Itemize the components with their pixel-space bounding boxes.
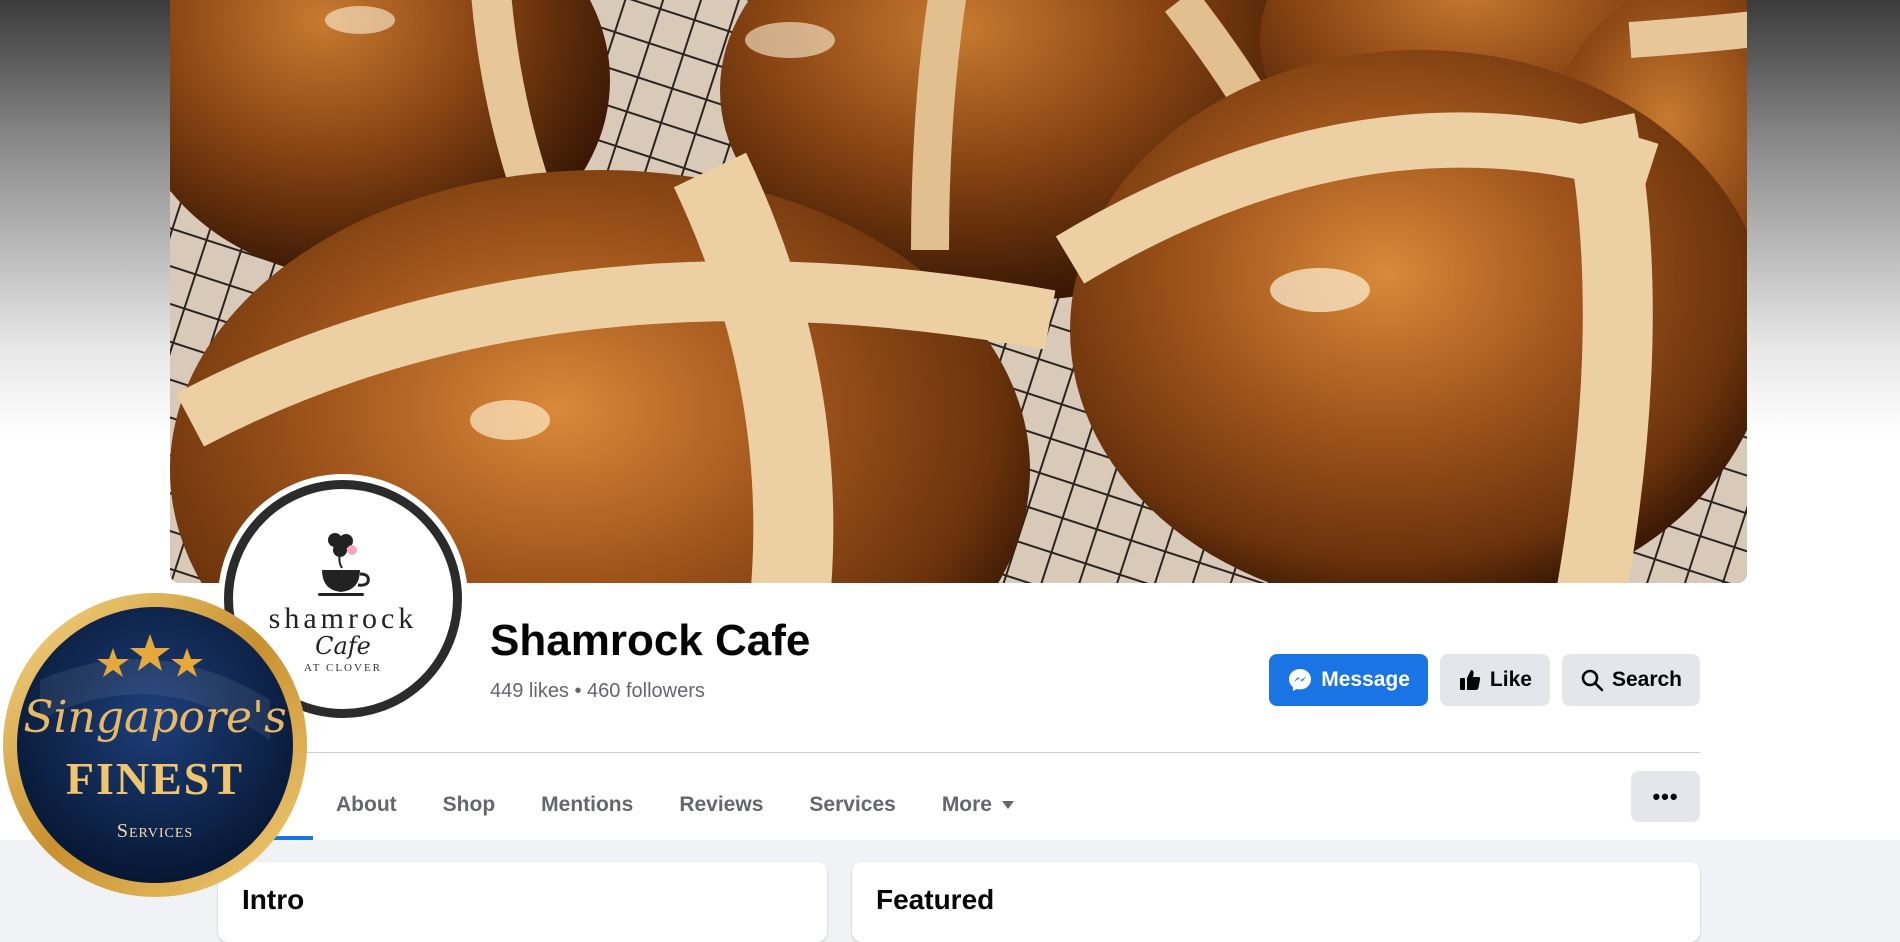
search-icon	[1581, 669, 1604, 692]
tab-label: Shop	[442, 793, 496, 816]
search-button-label: Search	[1611, 668, 1682, 691]
singapores-finest-badge: Singapore's FINEST Services	[0, 590, 310, 900]
tab-reviews[interactable]: Reviews	[656, 770, 786, 840]
message-button[interactable]: Message	[1269, 654, 1428, 706]
tab-label: Mentions	[541, 793, 634, 816]
message-button-label: Message	[1321, 668, 1410, 691]
logo-subtitle: AT CLOVER	[304, 662, 382, 674]
tab-label: Services	[809, 793, 896, 816]
tab-more[interactable]: More	[919, 770, 1037, 840]
tab-services[interactable]: Services	[786, 770, 918, 840]
intro-title: Intro	[242, 884, 305, 915]
ellipsis-icon: •••	[1652, 783, 1679, 809]
tab-shop[interactable]: Shop	[420, 770, 519, 840]
search-button[interactable]: Search	[1561, 654, 1700, 706]
coffee-cup-clover-icon	[318, 533, 370, 596]
tab-label: More	[941, 793, 992, 816]
featured-title: Featured	[876, 884, 995, 915]
more-options-button[interactable]: •••	[1631, 771, 1700, 822]
like-button[interactable]: Like	[1439, 654, 1550, 706]
thumbs-up-icon	[1459, 670, 1481, 690]
badge-emblem	[3, 593, 307, 897]
like-button-label: Like	[1489, 668, 1532, 691]
featured-card: Featured	[852, 862, 1700, 942]
page-stats[interactable]: 449 likes • 460 followers	[490, 680, 705, 703]
badge-line-2: FINEST	[65, 753, 245, 804]
badge-line-1: Singapore's	[23, 692, 287, 743]
header-divider	[218, 752, 1700, 753]
badge-line-3: Services	[116, 820, 194, 842]
page-actions: Message Like Search	[1269, 654, 1700, 706]
logo-script: Cafe	[315, 632, 371, 660]
messenger-icon	[1289, 669, 1312, 691]
tab-label: About	[336, 793, 397, 816]
tab-mentions[interactable]: Mentions	[518, 770, 656, 840]
page-title: Shamrock Cafe	[490, 616, 811, 665]
page-tabs: About Shop Mentions Reviews Services Mor…	[218, 770, 1037, 840]
caret-down-icon	[1002, 801, 1014, 809]
tab-label: Reviews	[679, 793, 764, 816]
tab-about[interactable]: About	[313, 770, 420, 840]
